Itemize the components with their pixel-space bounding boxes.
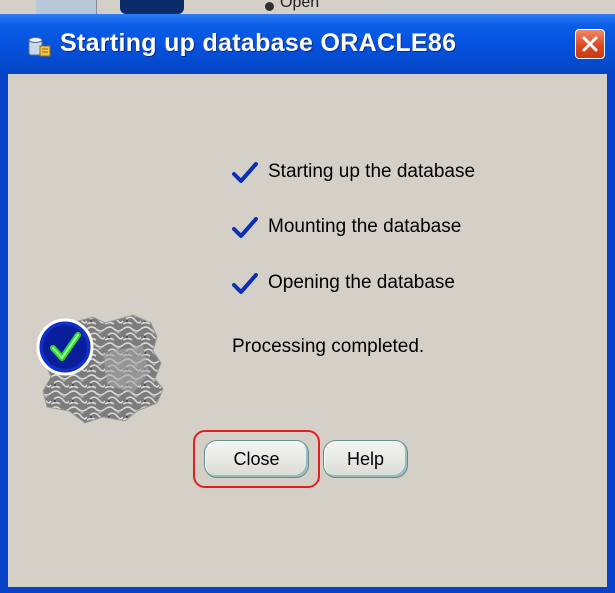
background-radio-button — [265, 2, 274, 11]
status-message: Processing completed. — [232, 336, 425, 357]
checkmark-icon — [232, 162, 258, 183]
database-wizard-icon — [28, 37, 51, 57]
checkmark-icon — [232, 217, 258, 238]
close-icon[interactable] — [575, 29, 605, 59]
step-label: Starting up the database — [268, 161, 476, 182]
startup-dialog: Starting up database ORACLE86 Starting u… — [0, 14, 615, 593]
background-panel — [36, 0, 97, 14]
success-check-icon — [36, 314, 164, 424]
step-label: Opening the database — [268, 272, 455, 293]
close-x-glyph — [582, 36, 598, 52]
help-button[interactable]: Help — [323, 440, 408, 478]
background-text: Open — [280, 0, 320, 11]
dialog-body: Starting up the database Mounting the da… — [8, 74, 607, 587]
step-label: Mounting the database — [268, 216, 462, 237]
dialog-title: Starting up database ORACLE86 — [60, 29, 457, 57]
checkmark-icon — [232, 273, 258, 294]
title-bar[interactable]: Starting up database ORACLE86 — [0, 14, 615, 74]
background-window: Open — [0, 0, 615, 14]
background-graphic — [120, 0, 184, 14]
close-button[interactable]: Close — [204, 440, 309, 478]
